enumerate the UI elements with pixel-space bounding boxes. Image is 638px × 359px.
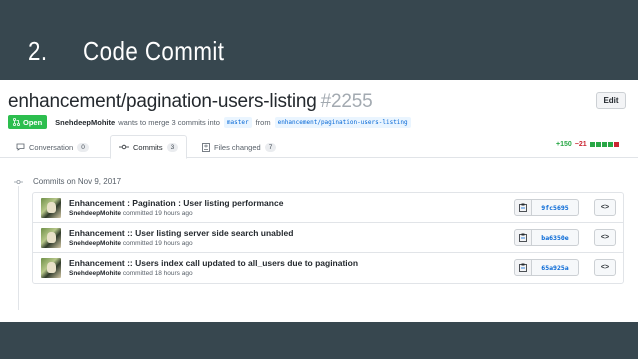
tab-conversation[interactable]: Conversation 0 bbox=[16, 136, 89, 158]
open-state-badge: Open bbox=[8, 115, 48, 129]
diffstat-deletions: −21 bbox=[574, 141, 587, 148]
commit-time: 19 hours ago bbox=[154, 210, 193, 217]
slide-heading: Code Commit bbox=[83, 36, 225, 66]
commit-author[interactable]: SnehdeepMohite bbox=[69, 240, 121, 247]
commit-list: Enhancement : Pagination : User listing … bbox=[32, 192, 624, 284]
copy-sha-button[interactable] bbox=[514, 199, 532, 216]
code-icon: <> bbox=[600, 264, 610, 271]
avatar[interactable] bbox=[41, 258, 61, 278]
commit-row: Enhancement : Pagination : User listing … bbox=[33, 193, 623, 223]
pull-request-icon bbox=[13, 118, 20, 126]
base-branch[interactable]: master bbox=[223, 116, 252, 128]
diffstat-block bbox=[601, 142, 607, 147]
pr-meta: Open SnehdeepMohite wants to merge 3 com… bbox=[8, 115, 415, 129]
clipboard-icon bbox=[519, 263, 527, 272]
commit-author[interactable]: SnehdeepMohite bbox=[69, 210, 121, 217]
commit-meta: SnehdeepMohite committed 19 hours ago bbox=[69, 240, 193, 247]
file-diff-icon bbox=[202, 142, 210, 152]
from-text: from bbox=[255, 117, 271, 127]
pr-tabs: Conversation 0 Commits 3 Files changed 7 bbox=[0, 135, 638, 159]
slide-title: 2. Code Commit bbox=[28, 36, 224, 67]
diffstat: +150 −21 bbox=[556, 141, 619, 148]
commit-author[interactable]: SnehdeepMohite bbox=[69, 270, 121, 277]
commit-group-icon bbox=[14, 177, 23, 186]
avatar[interactable] bbox=[41, 228, 61, 248]
edit-button[interactable]: Edit bbox=[596, 92, 626, 109]
commit-message-link[interactable]: Enhancement : Pagination : User listing … bbox=[69, 198, 283, 208]
timeline-line bbox=[18, 180, 19, 310]
tab-label: Conversation bbox=[29, 142, 74, 152]
commit-time: 19 hours ago bbox=[154, 240, 193, 247]
commit-meta: SnehdeepMohite committed 19 hours ago bbox=[69, 210, 193, 217]
github-pr-screenshot: enhancement/pagination-users-listing #225… bbox=[0, 80, 638, 322]
tab-commits[interactable]: Commits 3 bbox=[110, 135, 188, 159]
tab-counter: 0 bbox=[77, 142, 89, 152]
committed-text: committed bbox=[122, 210, 153, 217]
merge-text: wants to merge 3 commits into bbox=[118, 117, 220, 127]
copy-sha-button[interactable] bbox=[514, 229, 532, 246]
pr-title-text: enhancement/pagination-users-listing bbox=[8, 91, 317, 112]
commit-row: Enhancement :: Users index call updated … bbox=[33, 253, 623, 283]
copy-sha-button[interactable] bbox=[514, 259, 532, 276]
commit-icon bbox=[119, 144, 129, 150]
commit-sha-link[interactable]: 9fc5695 bbox=[531, 199, 579, 216]
committed-text: committed bbox=[122, 240, 153, 247]
commit-sha-link[interactable]: 65a925a bbox=[531, 259, 579, 276]
tab-counter: 7 bbox=[264, 142, 277, 152]
browse-repo-button[interactable]: <> bbox=[594, 259, 616, 276]
commits-day-label: Commits on Nov 9, 2017 bbox=[33, 177, 122, 186]
pr-author-link[interactable]: SnehdeepMohite bbox=[55, 118, 115, 127]
slide-number: 2. bbox=[28, 36, 48, 66]
open-state-label: Open bbox=[23, 117, 43, 127]
diffstat-block bbox=[595, 142, 601, 147]
commit-message-link[interactable]: Enhancement :: User listing server side … bbox=[69, 228, 293, 238]
tab-label: Commits bbox=[133, 142, 163, 152]
diffstat-blocks bbox=[589, 142, 619, 147]
tab-files-changed[interactable]: Files changed 7 bbox=[202, 136, 277, 158]
clipboard-icon bbox=[519, 233, 527, 242]
commit-sha-link[interactable]: ba6350e bbox=[531, 229, 579, 246]
tab-label: Files changed bbox=[214, 142, 261, 152]
pr-number: #2255 bbox=[320, 91, 373, 112]
avatar[interactable] bbox=[41, 198, 61, 218]
tab-counter: 3 bbox=[166, 142, 179, 152]
diffstat-additions: +150 bbox=[556, 141, 572, 148]
commit-meta: SnehdeepMohite committed 18 hours ago bbox=[69, 270, 193, 277]
diffstat-block bbox=[607, 142, 613, 147]
commit-time: 18 hours ago bbox=[154, 270, 193, 277]
code-icon: <> bbox=[600, 234, 610, 241]
head-branch[interactable]: enhancement/pagination-users-listing bbox=[274, 116, 411, 128]
comment-icon bbox=[16, 143, 25, 151]
browse-repo-button[interactable]: <> bbox=[594, 229, 616, 246]
commit-row: Enhancement :: User listing server side … bbox=[33, 223, 623, 253]
diffstat-block bbox=[613, 142, 619, 147]
clipboard-icon bbox=[519, 203, 527, 212]
pr-title: enhancement/pagination-users-listing #225… bbox=[8, 91, 373, 113]
code-icon: <> bbox=[600, 204, 610, 211]
diffstat-block bbox=[589, 142, 595, 147]
committed-text: committed bbox=[122, 270, 153, 277]
browse-repo-button[interactable]: <> bbox=[594, 199, 616, 216]
commit-message-link[interactable]: Enhancement :: Users index call updated … bbox=[69, 258, 358, 268]
